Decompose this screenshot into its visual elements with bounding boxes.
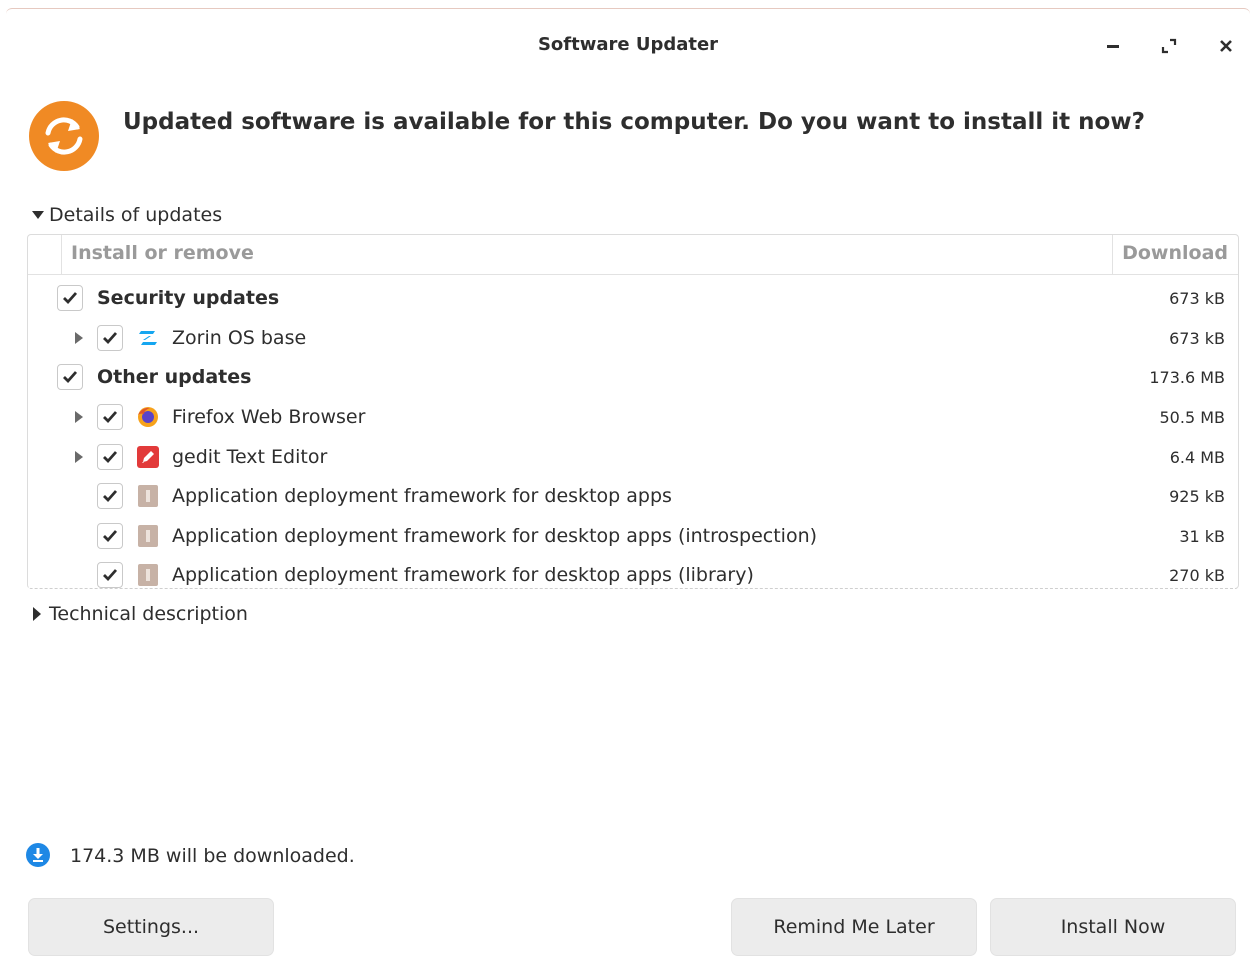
details-expander[interactable]: Details of updates — [32, 204, 222, 226]
row-size: 673 kB — [1169, 289, 1225, 308]
software-updater-window: Software Updater Updated software is ava… — [6, 8, 1250, 964]
download-info-icon — [26, 843, 50, 867]
row-label: Zorin OS base — [172, 327, 307, 349]
row-label: Application deployment framework for des… — [172, 525, 818, 547]
settings-button[interactable]: Settings... — [28, 898, 274, 956]
tree-row-appdeploy[interactable]: Application deployment framework for des… — [28, 476, 1238, 516]
titlebar: Software Updater — [6, 9, 1250, 79]
minimize-icon — [1107, 45, 1119, 48]
minimize-button[interactable] — [1098, 31, 1128, 61]
row-size: 6.4 MB — [1169, 448, 1225, 467]
column-download-header[interactable]: Download — [1122, 242, 1228, 264]
checkmark-icon — [103, 490, 118, 503]
checkmark-icon — [103, 451, 118, 464]
download-size-text: 174.3 MB will be downloaded. — [70, 845, 355, 867]
row-size: 50.5 MB — [1159, 408, 1226, 427]
row-label: Firefox Web Browser — [172, 406, 366, 428]
close-icon — [1220, 40, 1232, 52]
checkmark-icon — [103, 569, 118, 582]
updates-tree[interactable]: Install or remove Download Security upda… — [27, 234, 1239, 589]
row-size: 270 kB — [1169, 566, 1225, 585]
package-icon — [138, 564, 158, 586]
row-size: 31 kB — [1179, 527, 1225, 546]
checkbox[interactable] — [97, 562, 123, 588]
checkbox[interactable] — [97, 404, 123, 430]
install-now-button[interactable]: Install Now — [990, 898, 1236, 956]
expand-arrow-icon[interactable] — [73, 450, 85, 464]
checkmark-icon — [63, 371, 78, 384]
checkbox[interactable] — [97, 444, 123, 470]
window-title: Software Updater — [537, 34, 719, 55]
remind-me-later-button[interactable]: Remind Me Later — [731, 898, 977, 956]
row-label: Security updates — [97, 287, 280, 309]
row-label: Application deployment framework for des… — [172, 564, 754, 586]
row-label: gedit Text Editor — [172, 446, 328, 468]
tree-row-gedit[interactable]: gedit Text Editor 6.4 MB — [28, 437, 1238, 477]
checkmark-icon — [103, 530, 118, 543]
details-expander-label: Details of updates — [49, 204, 223, 226]
checkmark-icon — [103, 411, 118, 424]
headline: Updated software is available for this c… — [123, 109, 1145, 135]
expand-arrow-icon[interactable] — [73, 331, 85, 345]
checkbox[interactable] — [97, 483, 123, 509]
column-install-header[interactable]: Install or remove — [61, 235, 1113, 274]
row-size: 925 kB — [1169, 487, 1225, 506]
technical-description-expander[interactable]: Technical description — [32, 603, 248, 625]
row-size: 673 kB — [1169, 329, 1225, 348]
package-icon — [138, 485, 158, 507]
expander-down-arrow-icon — [32, 210, 44, 220]
zorin-icon — [139, 331, 157, 345]
tree-row-appdeploy-introspection[interactable]: Application deployment framework for des… — [28, 516, 1238, 556]
tree-row-security-updates[interactable]: Security updates 673 kB — [28, 278, 1238, 318]
checkmark-icon — [103, 332, 118, 345]
expander-right-arrow-icon — [32, 607, 44, 621]
maximize-icon — [1161, 38, 1177, 54]
tree-row-appdeploy-library[interactable]: Application deployment framework for des… — [28, 555, 1238, 588]
maximize-button[interactable] — [1154, 31, 1184, 61]
gedit-icon — [137, 446, 159, 468]
row-size: 173.6 MB — [1149, 368, 1225, 387]
checkbox[interactable] — [97, 325, 123, 351]
package-icon — [138, 525, 158, 547]
checkbox[interactable] — [57, 285, 83, 311]
tree-row-zorin-os-base[interactable]: Zorin OS base 673 kB — [28, 318, 1238, 358]
tree-row-other-updates[interactable]: Other updates 173.6 MB — [28, 357, 1238, 397]
close-button[interactable] — [1211, 31, 1241, 61]
checkbox[interactable] — [97, 523, 123, 549]
technical-description-label: Technical description — [49, 603, 248, 625]
firefox-icon — [138, 407, 158, 427]
row-label: Other updates — [97, 366, 252, 388]
checkbox[interactable] — [57, 364, 83, 390]
update-icon — [29, 101, 99, 171]
row-label: Application deployment framework for des… — [172, 485, 672, 507]
tree-header: Install or remove Download — [28, 235, 1238, 275]
checkmark-icon — [63, 292, 78, 305]
tree-row-firefox[interactable]: Firefox Web Browser 50.5 MB — [28, 397, 1238, 437]
expand-arrow-icon[interactable] — [73, 410, 85, 424]
